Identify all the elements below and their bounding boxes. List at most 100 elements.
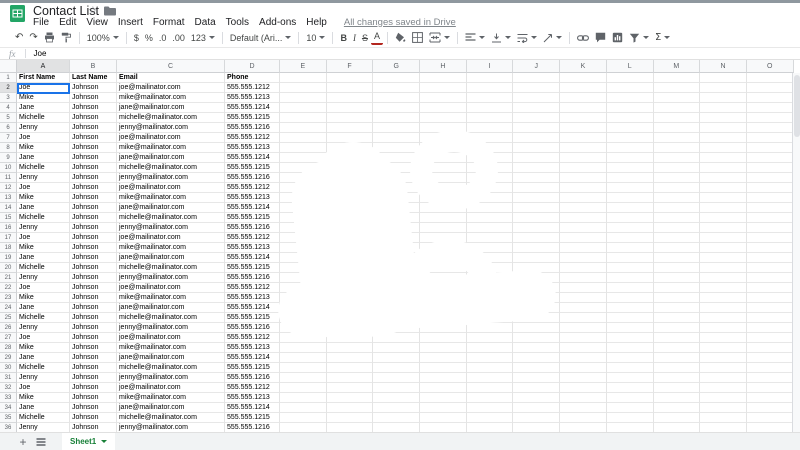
- cell-A20[interactable]: Michelle: [17, 263, 70, 273]
- cell-K18[interactable]: [560, 243, 607, 253]
- cell-C14[interactable]: jane@mailinator.com: [117, 203, 225, 213]
- cell-B16[interactable]: Johnson: [70, 223, 117, 233]
- cell-C25[interactable]: michelle@mailinator.com: [117, 313, 225, 323]
- cell-O2[interactable]: [746, 83, 794, 93]
- cell-H7[interactable]: [420, 133, 467, 143]
- cell-L5[interactable]: [606, 113, 654, 123]
- cell-G30[interactable]: [373, 363, 421, 373]
- cell-G25[interactable]: [373, 313, 421, 323]
- cell-L9[interactable]: [606, 153, 654, 163]
- cell-K35[interactable]: [560, 413, 607, 423]
- cell-L26[interactable]: [606, 323, 654, 333]
- cell-I27[interactable]: [466, 333, 514, 343]
- cell-N5[interactable]: [700, 113, 747, 123]
- font-select[interactable]: Default (Ari...: [227, 30, 295, 45]
- cell-E13[interactable]: [280, 193, 327, 203]
- cell-C19[interactable]: jane@mailinator.com: [117, 253, 225, 263]
- cell-G17[interactable]: [373, 233, 421, 243]
- cell-K1[interactable]: [560, 73, 607, 83]
- cell-B13[interactable]: Johnson: [70, 193, 117, 203]
- cell-G23[interactable]: [373, 293, 421, 303]
- cell-O4[interactable]: [746, 103, 794, 113]
- row-header-33[interactable]: 33: [0, 393, 17, 403]
- cell-M9[interactable]: [653, 153, 701, 163]
- cell-E26[interactable]: [280, 323, 327, 333]
- cell-L20[interactable]: [606, 263, 654, 273]
- cell-N30[interactable]: [700, 363, 747, 373]
- cell-A10[interactable]: Michelle: [17, 163, 70, 173]
- cell-I28[interactable]: [466, 343, 514, 353]
- cell-I22[interactable]: [466, 283, 514, 293]
- cell-H29[interactable]: [420, 353, 467, 363]
- cell-O1[interactable]: [746, 73, 794, 83]
- row-header-31[interactable]: 31: [0, 373, 17, 383]
- cell-C9[interactable]: jane@mailinator.com: [117, 153, 225, 163]
- vertical-align-button[interactable]: [488, 30, 514, 45]
- cell-J31[interactable]: [513, 373, 561, 383]
- column-header-M[interactable]: M: [653, 60, 701, 73]
- cell-J26[interactable]: [513, 323, 561, 333]
- cell-B8[interactable]: Johnson: [70, 143, 117, 153]
- cell-E21[interactable]: [280, 273, 327, 283]
- cell-G11[interactable]: [373, 173, 421, 183]
- cell-H1[interactable]: [420, 73, 467, 83]
- cell-L31[interactable]: [606, 373, 654, 383]
- cell-N25[interactable]: [700, 313, 747, 323]
- row-header-14[interactable]: 14: [0, 203, 17, 213]
- cell-I13[interactable]: [466, 193, 514, 203]
- cell-B30[interactable]: Johnson: [70, 363, 117, 373]
- cell-E5[interactable]: [280, 113, 327, 123]
- cell-K32[interactable]: [560, 383, 607, 393]
- cell-F20[interactable]: [326, 263, 374, 273]
- cell-F31[interactable]: [326, 373, 374, 383]
- menu-view[interactable]: View: [81, 17, 113, 28]
- cell-G32[interactable]: [373, 383, 421, 393]
- redo-button[interactable]: ↷: [26, 30, 40, 45]
- cell-E34[interactable]: [280, 403, 327, 413]
- cell-H21[interactable]: [420, 273, 467, 283]
- italic-button[interactable]: I: [350, 30, 359, 45]
- cell-E6[interactable]: [280, 123, 327, 133]
- cell-C29[interactable]: jane@mailinator.com: [117, 353, 225, 363]
- cell-D29[interactable]: 555.555.1214: [225, 353, 280, 363]
- cell-G34[interactable]: [373, 403, 421, 413]
- cell-N34[interactable]: [700, 403, 747, 413]
- cell-F22[interactable]: [326, 283, 374, 293]
- cell-B33[interactable]: Johnson: [70, 393, 117, 403]
- format-currency-button[interactable]: $: [131, 30, 142, 45]
- cell-O26[interactable]: [746, 323, 794, 333]
- cell-K22[interactable]: [560, 283, 607, 293]
- cell-C26[interactable]: jenny@mailinator.com: [117, 323, 225, 333]
- cell-G33[interactable]: [373, 393, 421, 403]
- cell-B31[interactable]: Johnson: [70, 373, 117, 383]
- cell-H35[interactable]: [420, 413, 467, 423]
- cell-A24[interactable]: Jane: [17, 303, 70, 313]
- cell-N1[interactable]: [700, 73, 747, 83]
- row-header-15[interactable]: 15: [0, 213, 17, 223]
- cell-I31[interactable]: [466, 373, 514, 383]
- cell-E32[interactable]: [280, 383, 327, 393]
- cell-M31[interactable]: [653, 373, 701, 383]
- cell-L16[interactable]: [606, 223, 654, 233]
- cell-O33[interactable]: [746, 393, 794, 403]
- cell-A16[interactable]: Jenny: [17, 223, 70, 233]
- cell-O20[interactable]: [746, 263, 794, 273]
- cell-F24[interactable]: [326, 303, 374, 313]
- cell-D25[interactable]: 555.555.1215: [225, 313, 280, 323]
- cell-B12[interactable]: Johnson: [70, 183, 117, 193]
- cell-B14[interactable]: Johnson: [70, 203, 117, 213]
- cell-K3[interactable]: [560, 93, 607, 103]
- cell-I9[interactable]: [466, 153, 514, 163]
- cell-N3[interactable]: [700, 93, 747, 103]
- star-icon[interactable]: ☆: [88, 5, 98, 16]
- cell-G21[interactable]: [373, 273, 421, 283]
- insert-comment-button[interactable]: [592, 30, 609, 45]
- fill-color-button[interactable]: [392, 30, 409, 45]
- cell-E18[interactable]: [280, 243, 327, 253]
- cell-C22[interactable]: joe@mailinator.com: [117, 283, 225, 293]
- cell-M7[interactable]: [653, 133, 701, 143]
- cell-H31[interactable]: [420, 373, 467, 383]
- cell-M35[interactable]: [653, 413, 701, 423]
- cell-B15[interactable]: Johnson: [70, 213, 117, 223]
- cell-K14[interactable]: [560, 203, 607, 213]
